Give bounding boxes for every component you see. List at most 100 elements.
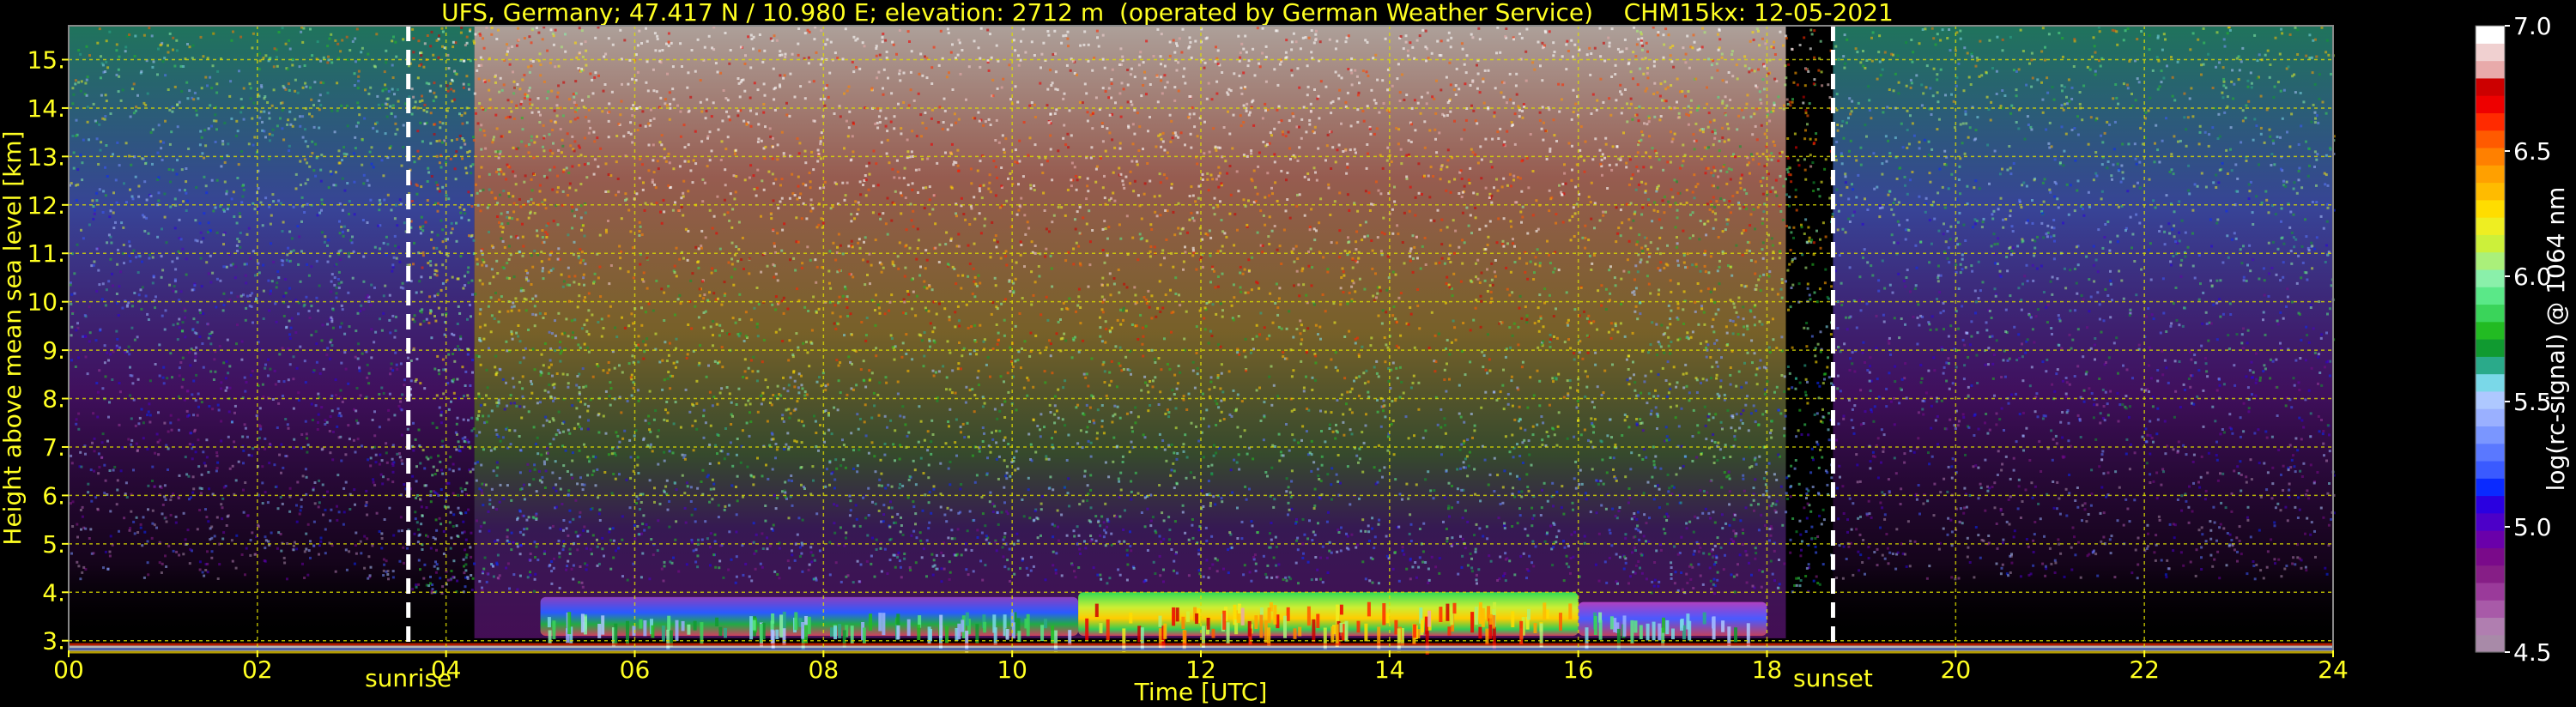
noise-speck (356, 87, 360, 90)
noise-speck (668, 500, 671, 503)
noise-speck (1052, 550, 1055, 553)
noise-speck (573, 426, 576, 430)
noise-speck (833, 406, 836, 409)
noise-speck (825, 468, 828, 471)
noise-speck (418, 100, 421, 103)
noise-speck (423, 42, 427, 45)
noise-speck (1526, 534, 1530, 537)
noise-speck (883, 547, 887, 551)
noise-speck (96, 390, 100, 394)
noise-speck (510, 332, 513, 335)
noise-speck (351, 39, 355, 43)
noise-speck (215, 516, 219, 519)
noise-speck (490, 190, 494, 194)
noise-speck (776, 158, 779, 161)
noise-speck (210, 87, 214, 90)
noise-speck (462, 558, 465, 561)
noise-speck (522, 245, 525, 248)
noise-speck (287, 118, 290, 122)
noise-speck (479, 363, 482, 366)
noise-speck (305, 532, 308, 535)
noise-speck (620, 217, 623, 221)
noise-speck (295, 547, 299, 551)
noise-speck (508, 216, 512, 220)
noise-speck (653, 500, 656, 504)
noise-speck (111, 284, 114, 287)
noise-speck (72, 151, 76, 154)
noise-speck (446, 505, 450, 509)
noise-speck (312, 369, 316, 372)
noise-speck (602, 414, 605, 418)
noise-speck (1421, 560, 1425, 564)
noise-speck (1351, 257, 1355, 260)
noise-speck (312, 169, 316, 172)
noise-speck (248, 305, 252, 308)
noise-speck (186, 390, 190, 393)
noise-speck (894, 190, 897, 193)
noise-speck (480, 463, 483, 467)
noise-speck (779, 74, 782, 77)
noise-speck (331, 430, 335, 433)
noise-speck (369, 198, 373, 202)
noise-speck (520, 117, 524, 119)
noise-speck (452, 492, 455, 495)
noise-speck (253, 208, 257, 211)
noise-speck (103, 492, 106, 495)
noise-speck (1029, 555, 1033, 559)
noise-speck (1298, 146, 1301, 149)
noise-speck (1153, 245, 1156, 249)
noise-speck (458, 511, 462, 515)
noise-speck (1466, 474, 1470, 478)
noise-speck (200, 136, 203, 139)
noise-speck (1539, 64, 1542, 68)
noise-speck (736, 474, 739, 478)
noise-speck (288, 319, 291, 323)
noise-speck (420, 54, 423, 57)
noise-speck (235, 221, 239, 225)
noise-speck (573, 118, 577, 121)
noise-speck (523, 405, 526, 408)
noise-speck (846, 393, 849, 396)
noise-speck (797, 419, 801, 422)
noise-speck (413, 160, 416, 164)
noise-speck (117, 68, 120, 71)
noise-speck (1529, 376, 1532, 379)
noise-speck (363, 535, 367, 538)
noise-speck (435, 529, 439, 532)
noise-speck (355, 329, 358, 333)
noise-speck (467, 281, 470, 285)
noise-speck (973, 275, 977, 279)
noise-speck (218, 563, 221, 566)
noise-speck (876, 76, 879, 80)
noise-speck (303, 550, 306, 553)
noise-speck (724, 168, 727, 172)
noise-speck (567, 194, 570, 196)
noise-speck (495, 38, 499, 40)
noise-speck (165, 565, 168, 568)
noise-speck (434, 181, 438, 184)
noise-speck (551, 129, 555, 131)
noise-speck (565, 317, 568, 321)
noise-speck (731, 464, 735, 468)
noise-speck (882, 520, 885, 523)
noise-speck (167, 51, 170, 54)
noise-speck (306, 523, 310, 526)
noise-speck (416, 541, 420, 544)
noise-speck (220, 439, 223, 443)
noise-speck (731, 317, 735, 320)
noise-speck (571, 335, 574, 339)
noise-speck (586, 474, 590, 477)
noise-speck (527, 65, 530, 69)
noise-speck (437, 56, 440, 59)
noise-speck (509, 402, 512, 405)
noise-speck (118, 382, 121, 384)
noise-speck (597, 512, 601, 516)
noise-speck (446, 238, 449, 241)
noise-speck (1191, 216, 1195, 220)
noise-speck (313, 502, 317, 505)
noise-speck (970, 325, 973, 329)
noise-speck (482, 567, 486, 571)
noise-speck (382, 558, 385, 561)
noise-speck (506, 529, 509, 532)
noise-speck (578, 515, 581, 518)
